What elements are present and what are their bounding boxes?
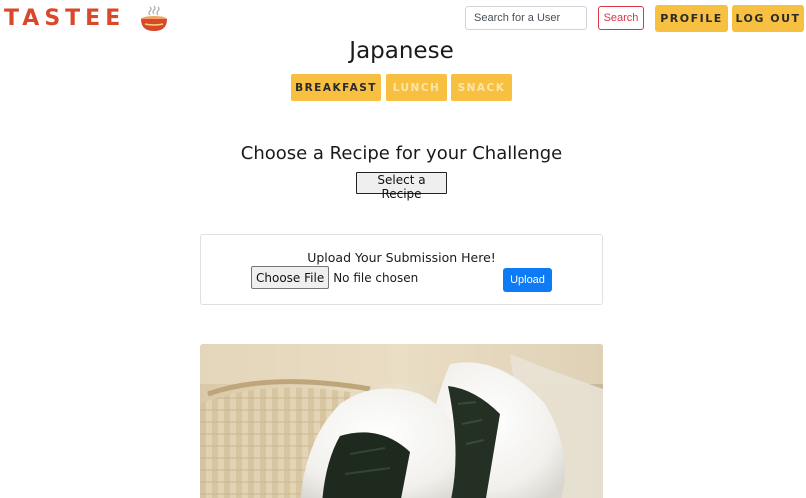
brand-logo[interactable]: TASTEE bbox=[4, 4, 169, 32]
select-recipe-button[interactable]: Select a Recipe bbox=[356, 172, 447, 201]
search-button[interactable]: Search bbox=[598, 6, 644, 30]
page-title: Japanese bbox=[349, 38, 454, 64]
logout-button[interactable]: LOG OUT bbox=[732, 5, 804, 32]
upload-card: Upload Your Submission Here! Choose File… bbox=[200, 234, 603, 305]
tab-lunch[interactable]: LUNCH bbox=[386, 74, 447, 101]
tab-snack[interactable]: SNACK bbox=[451, 74, 512, 101]
choose-file-button[interactable]: Choose File bbox=[251, 266, 330, 289]
challenge-heading: Choose a Recipe for your Challenge bbox=[240, 143, 563, 164]
upload-title: Upload Your Submission Here! bbox=[307, 250, 496, 265]
search-user-input[interactable] bbox=[465, 6, 587, 30]
recipe-image bbox=[200, 344, 603, 498]
file-status: No file chosen bbox=[333, 270, 419, 285]
brand-name: TASTEE bbox=[4, 5, 126, 31]
file-input-row: Choose File No file chosen bbox=[251, 266, 418, 289]
page: TASTEE Search PROFILE LOG OUT Japanese B… bbox=[0, 0, 806, 498]
onigiri-photo bbox=[200, 344, 603, 498]
tab-breakfast[interactable]: BREAKFAST bbox=[291, 74, 381, 101]
profile-button[interactable]: PROFILE bbox=[655, 5, 728, 32]
upload-button[interactable]: Upload bbox=[503, 268, 552, 292]
ramen-bowl-icon bbox=[141, 5, 168, 31]
